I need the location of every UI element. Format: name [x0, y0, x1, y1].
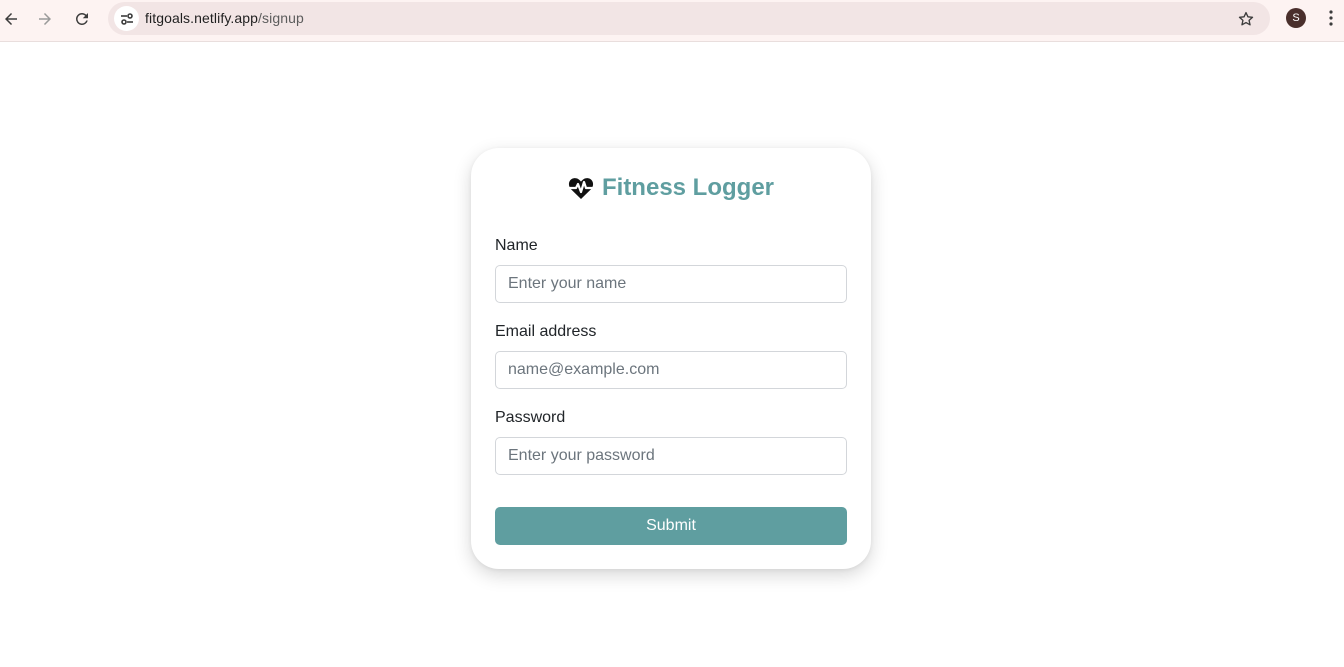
bookmark-button[interactable] — [1236, 9, 1256, 29]
reload-icon — [75, 12, 88, 25]
star-icon — [1238, 11, 1254, 26]
app-title: Fitness Logger — [601, 174, 775, 201]
heart-pulse-icon — [567, 178, 594, 199]
reload-button[interactable] — [69, 6, 95, 32]
name-input[interactable] — [495, 265, 847, 303]
back-arrow-icon — [5, 13, 17, 25]
password-input[interactable] — [495, 437, 847, 475]
url-host: fitgoals.netlify.app — [145, 10, 259, 26]
url-text[interactable]: fitgoals.netlify.app/signup — [145, 10, 304, 26]
kebab-menu-icon — [1329, 10, 1333, 26]
password-label: Password — [495, 409, 566, 426]
address-bar[interactable]: fitgoals.netlify.app/signup — [108, 2, 1270, 35]
url-path: /signup — [258, 10, 304, 26]
forward-arrow-icon — [39, 13, 51, 25]
email-label: Email address — [495, 323, 597, 340]
brand-header: Fitness Logger — [471, 172, 871, 204]
browser-menu-button[interactable] — [1324, 8, 1338, 28]
name-label: Name — [495, 237, 538, 254]
back-button[interactable] — [0, 6, 24, 32]
site-info-icon — [120, 12, 133, 25]
submit-button[interactable]: Submit — [495, 507, 847, 545]
forward-button[interactable] — [32, 6, 58, 32]
email-input[interactable] — [495, 351, 847, 389]
browser-toolbar: fitgoals.netlify.app/signup S — [0, 0, 1344, 42]
signup-card: Fitness Logger Name Email address Passwo… — [471, 148, 871, 569]
site-info-button[interactable] — [114, 6, 139, 31]
profile-avatar[interactable]: S — [1286, 8, 1306, 28]
